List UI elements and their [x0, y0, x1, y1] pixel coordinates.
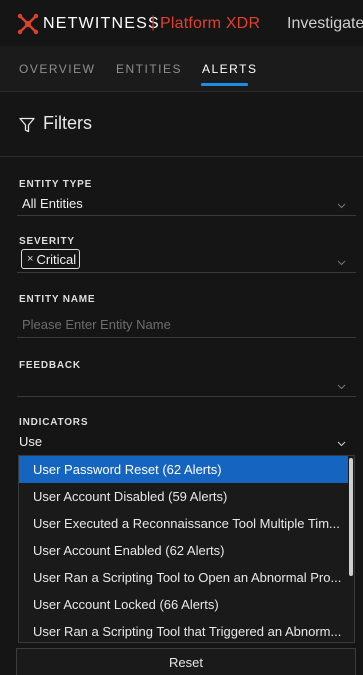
indicator-option[interactable]: User Account Locked (66 Alerts)	[19, 591, 350, 618]
chevron-down-icon[interactable]	[337, 441, 346, 447]
severity-chip[interactable]: × Critical	[21, 249, 80, 269]
severity-chip-label: Critical	[36, 251, 77, 267]
top-bar: NETWITNESS | Platform XDR Investigate	[0, 0, 363, 46]
reset-button[interactable]: Reset	[16, 648, 356, 675]
scrollbar-thumb[interactable]	[349, 458, 353, 576]
brand-separator: |	[151, 14, 156, 31]
filter-funnel-icon	[19, 117, 35, 133]
dropdown-scrollbar[interactable]	[348, 456, 354, 642]
filters-title: Filters	[43, 113, 92, 133]
entity-type-value: All Entities	[22, 196, 83, 211]
indicator-option[interactable]: User Password Reset (62 Alerts)	[19, 456, 350, 483]
indicator-option[interactable]: User Executed a Reconnaissance Tool Mult…	[19, 510, 350, 537]
indicator-option[interactable]: User Account Disabled (59 Alerts)	[19, 483, 350, 510]
entity-type-label: ENTITY TYPE	[19, 179, 93, 190]
chevron-down-icon	[337, 260, 346, 266]
netwitness-logo-icon[interactable]	[17, 13, 39, 35]
product-name[interactable]: Platform XDR	[160, 15, 260, 33]
entity-type-select[interactable]: All Entities	[17, 193, 356, 215]
tab-bar: OVERVIEW ENTITIES ALERTS	[0, 46, 363, 92]
indicator-option[interactable]: User Ran a Scripting Tool to Open an Abn…	[19, 564, 350, 591]
filters-header: Filters	[0, 96, 363, 156]
section-divider	[0, 156, 363, 157]
brand-name[interactable]: NETWITNESS	[43, 15, 160, 33]
entity-name-input[interactable]: Please Enter Entity Name	[17, 312, 356, 336]
tab-alerts[interactable]: ALERTS	[202, 62, 257, 76]
entity-name-label: ENTITY NAME	[19, 294, 96, 305]
indicators-typed-value: Use	[19, 434, 43, 449]
entity-type-underline	[17, 215, 356, 216]
indicators-input[interactable]: Use	[17, 431, 356, 453]
nav-investigate[interactable]: Investigate	[287, 15, 363, 33]
chevron-down-icon	[337, 384, 346, 390]
tab-overview[interactable]: OVERVIEW	[19, 62, 95, 76]
chevron-down-icon	[337, 203, 346, 209]
indicator-option[interactable]: User Ran a Scripting Tool that Triggered…	[19, 618, 350, 642]
chip-remove-icon[interactable]: ×	[27, 253, 33, 265]
feedback-select[interactable]	[17, 372, 356, 396]
severity-underline	[17, 272, 356, 273]
entity-name-placeholder: Please Enter Entity Name	[22, 317, 171, 332]
feedback-underline	[17, 396, 356, 397]
indicator-option[interactable]: User Account Enabled (62 Alerts)	[19, 537, 350, 564]
entity-name-underline	[17, 337, 356, 338]
indicators-label: INDICATORS	[19, 417, 89, 428]
active-tab-indicator	[201, 83, 248, 86]
feedback-label: FEEDBACK	[19, 360, 81, 371]
severity-label: SEVERITY	[19, 236, 75, 247]
tab-entities[interactable]: ENTITIES	[116, 62, 182, 76]
indicators-dropdown[interactable]: User Password Reset (62 Alerts) User Acc…	[18, 455, 355, 643]
